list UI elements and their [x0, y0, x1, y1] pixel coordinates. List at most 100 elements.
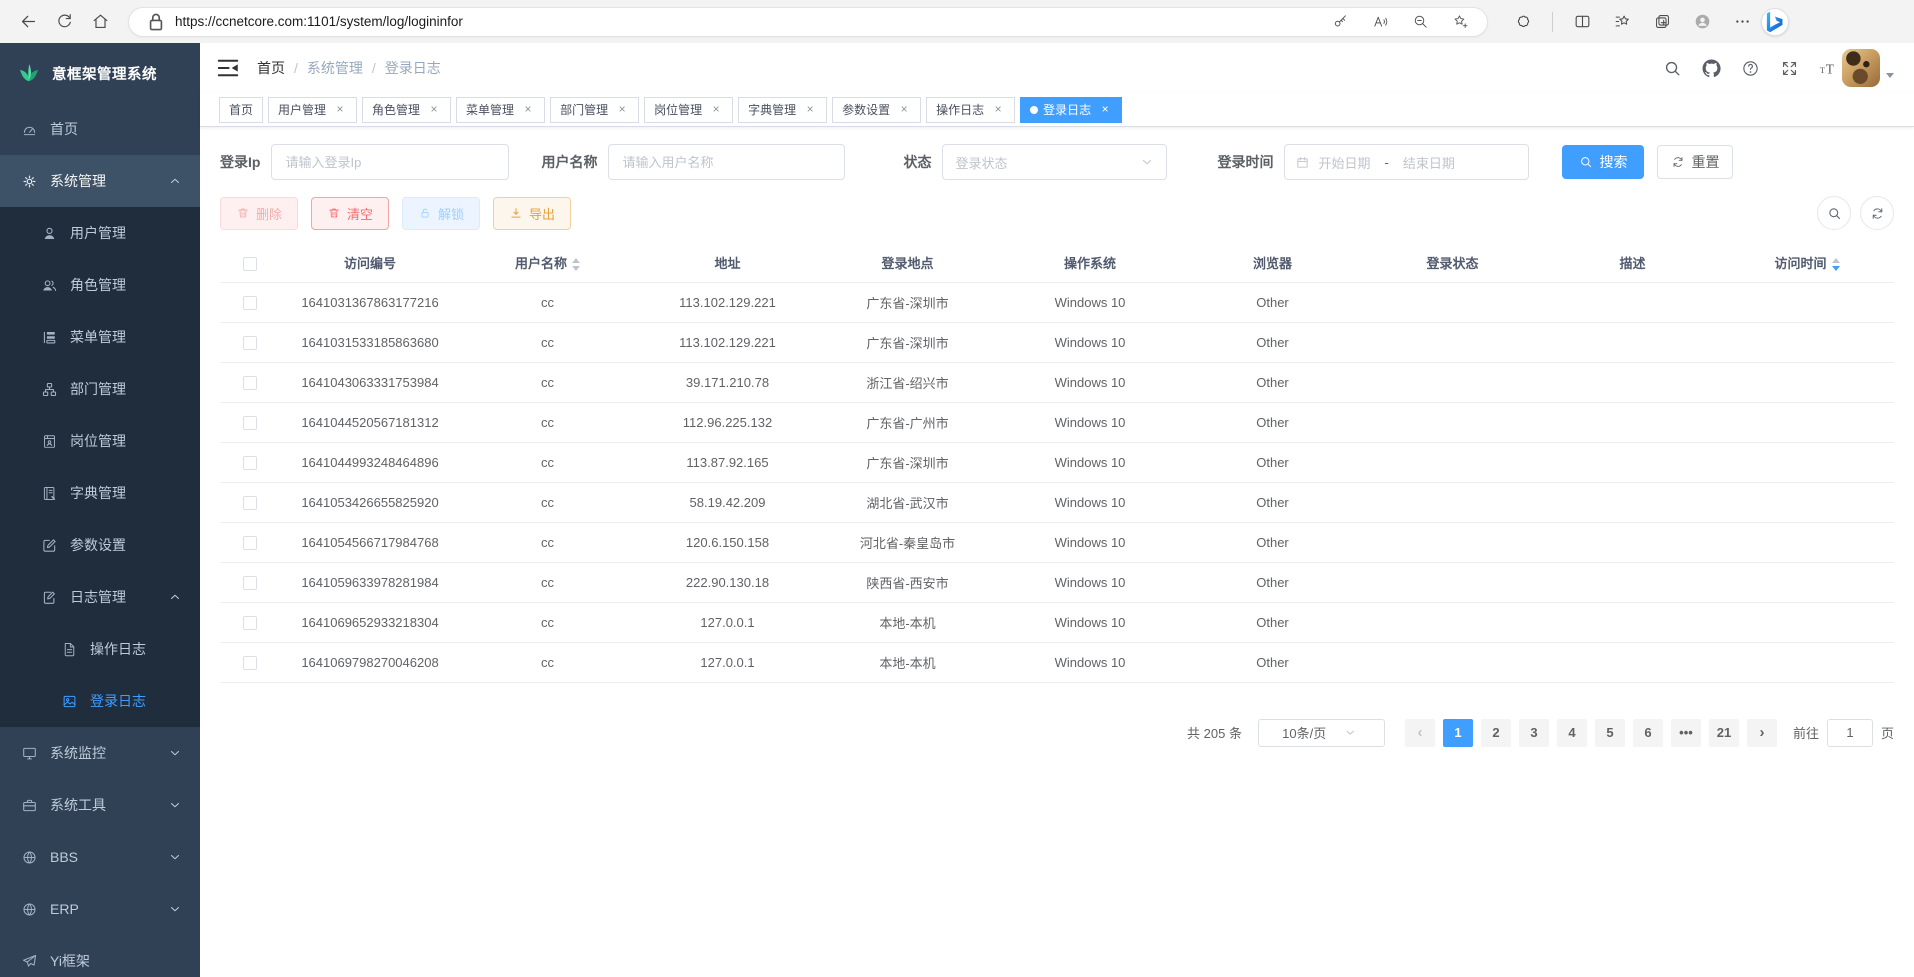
sidebar-item-部门管理[interactable]: 部门管理 [0, 363, 200, 415]
table-row[interactable]: 1641043063331753984cc39.171.210.78浙江省-绍兴… [220, 362, 1894, 402]
address-bar[interactable]: https://ccnetcore.com:1101/system/log/lo… [128, 7, 1488, 37]
close-tab-icon[interactable]: × [709, 103, 723, 117]
sidebar-item-首页[interactable]: 首页 [0, 103, 200, 155]
reset-button[interactable]: 重置 [1657, 145, 1733, 179]
close-tab-icon[interactable]: × [427, 103, 441, 117]
sidebar-item-操作日志[interactable]: 操作日志 [0, 623, 200, 675]
zoom-out-icon[interactable] [1407, 9, 1433, 35]
next-page-button[interactable]: › [1747, 719, 1777, 747]
table-row[interactable]: 1641054566717984768cc120.6.150.158河北省-秦皇… [220, 522, 1894, 562]
sidebar-item-用户管理[interactable]: 用户管理 [0, 207, 200, 259]
row-checkbox[interactable] [243, 656, 257, 670]
close-tab-icon[interactable]: × [615, 103, 629, 117]
close-tab-icon[interactable]: × [521, 103, 535, 117]
goto-page-input[interactable] [1827, 719, 1873, 747]
sidebar-item-字典管理[interactable]: 字典管理 [0, 467, 200, 519]
table-row[interactable]: 1641044520567181312cc112.96.225.132广东省-广… [220, 402, 1894, 442]
sort-desc-icon[interactable] [1832, 266, 1840, 271]
prev-page-button[interactable]: ‹ [1405, 719, 1435, 747]
sort-asc-icon[interactable] [1832, 258, 1840, 263]
table-row[interactable]: 1641069652933218304cc127.0.0.1本地-本机Windo… [220, 602, 1894, 642]
row-checkbox[interactable] [243, 296, 257, 310]
page-button-21[interactable]: 21 [1709, 719, 1739, 747]
collections-icon[interactable] [1607, 7, 1637, 37]
avatar[interactable] [1842, 49, 1880, 87]
row-checkbox[interactable] [243, 536, 257, 550]
close-tab-icon[interactable]: × [803, 103, 817, 117]
login-ip-input[interactable] [271, 144, 509, 180]
sort-carets-icon[interactable] [1832, 258, 1840, 271]
table-row[interactable]: 1641031367863177216cc113.102.129.221广东省-… [220, 282, 1894, 322]
back-button[interactable] [12, 6, 44, 38]
sidebar-fold-icon[interactable] [215, 55, 241, 81]
font-size-icon[interactable]: TT [1818, 58, 1838, 78]
refresh-table-button[interactable] [1860, 196, 1894, 230]
date-range-picker[interactable]: 开始日期 - 结束日期 [1284, 144, 1529, 180]
tab-参数设置[interactable]: 参数设置× [832, 97, 921, 123]
more-icon[interactable] [1727, 7, 1757, 37]
avatar-caret-down-icon[interactable] [1886, 73, 1894, 78]
tab-操作日志[interactable]: 操作日志× [926, 97, 1015, 123]
page-button-4[interactable]: 4 [1557, 719, 1587, 747]
column-header-用户名称[interactable]: 用户名称 [460, 244, 635, 282]
delete-button[interactable]: 删除 [220, 197, 298, 230]
close-tab-icon[interactable]: × [333, 103, 347, 117]
github-icon[interactable] [1701, 58, 1721, 78]
refresh-button[interactable] [48, 6, 80, 38]
select-all-checkbox[interactable] [243, 257, 257, 271]
table-row[interactable]: 1641059633978281984cc222.90.130.18陕西省-西安… [220, 562, 1894, 602]
home-button[interactable] [84, 6, 116, 38]
row-checkbox[interactable] [243, 336, 257, 350]
sidebar-item-菜单管理[interactable]: 菜单管理 [0, 311, 200, 363]
sidebar-item-Yi框架[interactable]: Yi框架 [0, 935, 200, 977]
help-icon[interactable] [1740, 58, 1760, 78]
split-screen-icon[interactable] [1567, 7, 1597, 37]
export-button[interactable]: 导出 [493, 197, 571, 230]
sidebar-item-角色管理[interactable]: 角色管理 [0, 259, 200, 311]
table-row[interactable]: 1641069798270046208cc127.0.0.1本地-本机Windo… [220, 642, 1894, 682]
sidebar-item-参数设置[interactable]: 参数设置 [0, 519, 200, 571]
sidebar-item-岗位管理[interactable]: 岗位管理 [0, 415, 200, 467]
unlock-button[interactable]: 解锁 [402, 197, 480, 230]
tab-字典管理[interactable]: 字典管理× [738, 97, 827, 123]
status-select[interactable]: 登录状态 [942, 144, 1167, 180]
clear-button[interactable]: 清空 [311, 197, 389, 230]
bing-copilot-icon[interactable] [1761, 8, 1789, 36]
sort-carets-icon[interactable] [572, 258, 580, 271]
sidebar-item-登录日志[interactable]: 登录日志 [0, 675, 200, 727]
row-checkbox[interactable] [243, 616, 257, 630]
row-checkbox[interactable] [243, 576, 257, 590]
url-text[interactable]: https://ccnetcore.com:1101/system/log/lo… [175, 14, 1317, 29]
favorite-add-icon[interactable] [1447, 9, 1473, 35]
sidebar-item-系统工具[interactable]: 系统工具 [0, 779, 200, 831]
show-search-button[interactable] [1817, 196, 1851, 230]
row-checkbox[interactable] [243, 416, 257, 430]
page-button-5[interactable]: 5 [1595, 719, 1625, 747]
sort-asc-icon[interactable] [572, 258, 580, 263]
page-button-2[interactable]: 2 [1481, 719, 1511, 747]
tab-部门管理[interactable]: 部门管理× [550, 97, 639, 123]
fullscreen-icon[interactable] [1779, 58, 1799, 78]
close-tab-icon[interactable]: × [1098, 103, 1112, 117]
tab-首页[interactable]: 首页 [219, 97, 263, 123]
sidebar-item-系统监控[interactable]: 系统监控 [0, 727, 200, 779]
table-row[interactable]: 1641053426655825920cc58.19.42.209湖北省-武汉市… [220, 482, 1894, 522]
sidebar-item-ERP[interactable]: ERP [0, 883, 200, 935]
page-size-select[interactable]: 10条/页 [1258, 719, 1385, 747]
tab-角色管理[interactable]: 角色管理× [362, 97, 451, 123]
close-tab-icon[interactable]: × [991, 103, 1005, 117]
page-button-6[interactable]: 6 [1633, 719, 1663, 747]
breadcrumb-item-首页[interactable]: 首页 [257, 58, 285, 78]
page-button-3[interactable]: 3 [1519, 719, 1549, 747]
more-pages-button[interactable]: ••• [1671, 719, 1701, 747]
close-tab-icon[interactable]: × [897, 103, 911, 117]
tab-岗位管理[interactable]: 岗位管理× [644, 97, 733, 123]
table-row[interactable]: 1641031533185863680cc113.102.129.221广东省-… [220, 322, 1894, 362]
tab-登录日志[interactable]: 登录日志× [1020, 97, 1122, 123]
sort-desc-icon[interactable] [572, 266, 580, 271]
page-button-1[interactable]: 1 [1443, 719, 1473, 747]
sidebar-item-BBS[interactable]: BBS [0, 831, 200, 883]
column-header-访问时间[interactable]: 访问时间 [1720, 244, 1894, 282]
tab-actions-icon[interactable] [1647, 7, 1677, 37]
key-icon[interactable] [1327, 9, 1353, 35]
